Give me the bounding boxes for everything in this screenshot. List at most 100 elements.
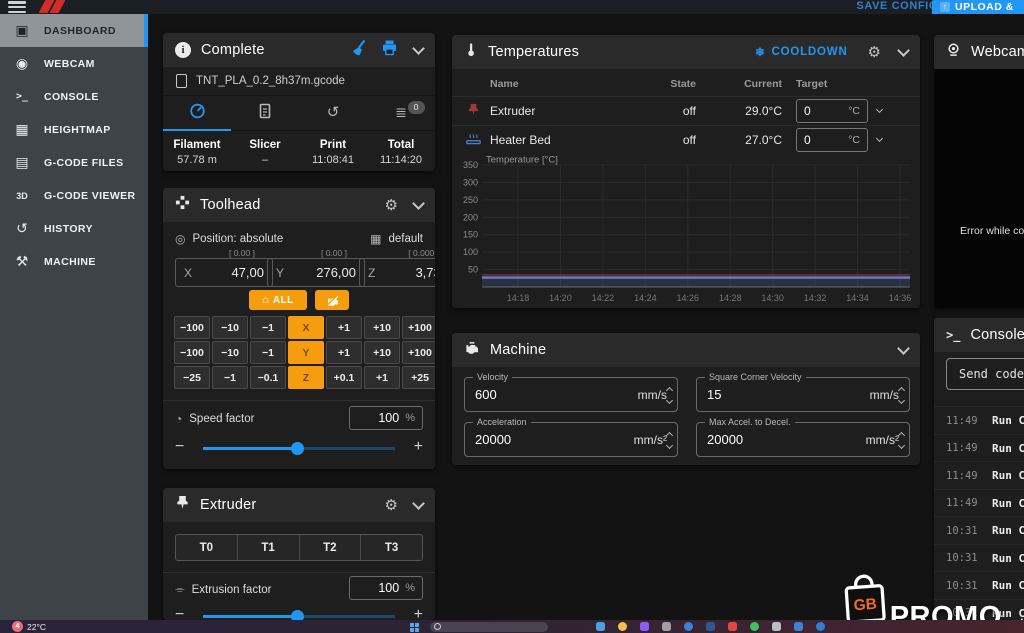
jog-button[interactable]: −0.1 bbox=[250, 366, 286, 389]
step-down-icon[interactable] bbox=[897, 442, 904, 449]
tool-button-t2[interactable]: T2 bbox=[299, 535, 361, 560]
gear-icon[interactable]: ⚙ bbox=[385, 198, 398, 213]
status-tab-queue[interactable]: ≣0 bbox=[367, 96, 435, 130]
jog-button[interactable]: +100 bbox=[402, 316, 435, 339]
step-down-icon[interactable] bbox=[665, 442, 672, 449]
home-all-button[interactable]: ⌂ ALL bbox=[249, 290, 307, 310]
calculator-icon[interactable] bbox=[662, 622, 671, 631]
gcode-file-row[interactable]: TNT_PLA_0.2_8h37m.gcode bbox=[163, 67, 435, 96]
sidebar-item-history[interactable]: ↺HISTORY bbox=[0, 212, 148, 245]
target-temp-input[interactable]: 0°C bbox=[796, 128, 868, 152]
jog-axis-y[interactable]: Y bbox=[288, 341, 324, 364]
jog-button[interactable]: −25 bbox=[174, 366, 210, 389]
motors-off-button[interactable] bbox=[315, 290, 349, 310]
jog-button[interactable]: +100 bbox=[402, 341, 435, 364]
increase-button[interactable]: + bbox=[414, 438, 423, 456]
clean-broom-icon[interactable] bbox=[350, 39, 367, 61]
jog-button[interactable]: +1 bbox=[364, 366, 400, 389]
purple-app-icon[interactable] bbox=[640, 622, 649, 631]
console-command-input[interactable]: Send code... bbox=[946, 358, 1024, 390]
machine-field-velocity[interactable]: Velocity600mm/s bbox=[464, 377, 678, 412]
sidebar-item-heightmap[interactable]: ▦HEIGHTMAP bbox=[0, 113, 148, 146]
slider-thumb[interactable] bbox=[291, 442, 304, 455]
status-tab-file[interactable] bbox=[231, 96, 299, 130]
collapse-chevron-icon[interactable] bbox=[412, 197, 425, 210]
step-up-icon[interactable] bbox=[897, 432, 904, 439]
console-row[interactable]: 11:49Run Curr bbox=[934, 461, 1024, 489]
jog-button[interactable]: −1 bbox=[212, 366, 248, 389]
jog-axis-x[interactable]: X bbox=[288, 316, 324, 339]
app-blue-icon[interactable] bbox=[794, 622, 803, 631]
sidebar-item-dashboard[interactable]: ▣DASHBOARD bbox=[0, 14, 148, 47]
mainsail-logo[interactable] bbox=[38, 0, 72, 14]
machine-field-square-corner-velocity[interactable]: Square Corner Velocity15mm/s bbox=[696, 377, 910, 412]
jog-button[interactable]: +10 bbox=[364, 316, 400, 339]
axis-input-x[interactable]: X47,00 bbox=[175, 258, 273, 287]
jog-button[interactable]: −100 bbox=[174, 341, 210, 364]
step-up-icon[interactable] bbox=[897, 387, 904, 394]
status-tab-history[interactable]: ↺ bbox=[299, 96, 367, 130]
jog-button[interactable]: −1 bbox=[250, 341, 286, 364]
extrusion-factor-input[interactable]: 100 % bbox=[349, 576, 423, 600]
taskbar-search[interactable] bbox=[430, 622, 548, 632]
slider-thumb[interactable] bbox=[291, 610, 304, 620]
word-icon[interactable] bbox=[706, 622, 715, 631]
hamburger-menu-icon[interactable] bbox=[8, 1, 26, 13]
console-row[interactable]: 10:31Run Curr bbox=[934, 516, 1024, 544]
collapse-chevron-icon[interactable] bbox=[412, 497, 425, 510]
increase-button[interactable]: + bbox=[414, 606, 423, 620]
whatsapp-icon[interactable] bbox=[750, 622, 759, 631]
mail-icon[interactable] bbox=[684, 622, 693, 631]
jog-axis-z[interactable]: Z bbox=[288, 366, 324, 389]
sidebar-item-machine[interactable]: ⚒MACHINE bbox=[0, 245, 148, 278]
collapse-chevron-icon[interactable] bbox=[897, 44, 910, 57]
preset-dropdown-icon[interactable] bbox=[876, 134, 883, 141]
tool-button-t0[interactable]: T0 bbox=[176, 535, 237, 560]
start-button[interactable] bbox=[410, 623, 419, 632]
preset-dropdown-icon[interactable] bbox=[876, 105, 883, 112]
step-down-icon[interactable] bbox=[897, 397, 904, 404]
taskbar-weather-widget[interactable]: 4 22°C bbox=[12, 621, 46, 632]
reprint-icon[interactable] bbox=[381, 39, 398, 61]
jog-button[interactable]: +25 bbox=[402, 366, 435, 389]
collapse-chevron-icon[interactable] bbox=[412, 42, 425, 55]
edge-icon[interactable] bbox=[596, 622, 605, 631]
store-icon[interactable] bbox=[816, 622, 825, 631]
machine-field-max-accel-to-decel-[interactable]: Max Accel. to Decel.20000mm/s² bbox=[696, 422, 910, 457]
default-profile-label[interactable]: default bbox=[388, 233, 423, 245]
axis-input-y[interactable]: Y276,00 bbox=[267, 258, 365, 287]
console-row[interactable]: 11:49Run Curr bbox=[934, 406, 1024, 434]
tool-button-t1[interactable]: T1 bbox=[237, 535, 299, 560]
speed-factor-slider[interactable] bbox=[203, 447, 395, 450]
sidebar-item-webcam[interactable]: ◉WEBCAM bbox=[0, 47, 148, 80]
target-temp-input[interactable]: 0°C bbox=[796, 99, 868, 123]
cooldown-button[interactable]: ❄ COOLDOWN bbox=[755, 45, 847, 59]
jog-button[interactable]: +0.1 bbox=[326, 366, 362, 389]
jog-button[interactable]: −10 bbox=[212, 316, 248, 339]
step-up-icon[interactable] bbox=[665, 387, 672, 394]
step-down-icon[interactable] bbox=[665, 397, 672, 404]
jog-button[interactable]: +10 bbox=[364, 341, 400, 364]
collapse-chevron-icon[interactable] bbox=[897, 342, 910, 355]
tool-button-t3[interactable]: T3 bbox=[360, 535, 422, 560]
machine-field-acceleration[interactable]: Acceleration20000mm/s² bbox=[464, 422, 678, 457]
step-up-icon[interactable] bbox=[665, 432, 672, 439]
extrusion-factor-slider[interactable] bbox=[203, 615, 395, 618]
jog-button[interactable]: +1 bbox=[326, 341, 362, 364]
decrease-button[interactable]: − bbox=[175, 606, 184, 620]
console-row[interactable]: 11:49Run Curr bbox=[934, 489, 1024, 517]
speed-factor-input[interactable]: 100 % bbox=[349, 406, 423, 430]
axis-input-z[interactable]: Z3,734 bbox=[359, 258, 435, 287]
sidebar-item-g-code-viewer[interactable]: 3DG-CODE VIEWER bbox=[0, 179, 148, 212]
sidebar-item-g-code-files[interactable]: ▤G-CODE FILES bbox=[0, 146, 148, 179]
gear-icon[interactable]: ⚙ bbox=[385, 498, 398, 513]
console-row[interactable]: 11:49Run Curr bbox=[934, 434, 1024, 462]
upload-print-button[interactable]: ↑ UPLOAD & bbox=[932, 0, 1024, 14]
decrease-button[interactable]: − bbox=[175, 438, 184, 456]
status-tab-gauge[interactable] bbox=[163, 96, 231, 130]
settings-icon[interactable] bbox=[772, 622, 781, 631]
save-config-button[interactable]: SAVE CONFIG bbox=[856, 0, 938, 13]
jog-button[interactable]: −10 bbox=[212, 341, 248, 364]
file-explorer-icon[interactable] bbox=[618, 622, 627, 631]
gear-icon[interactable]: ⚙ bbox=[868, 45, 881, 60]
